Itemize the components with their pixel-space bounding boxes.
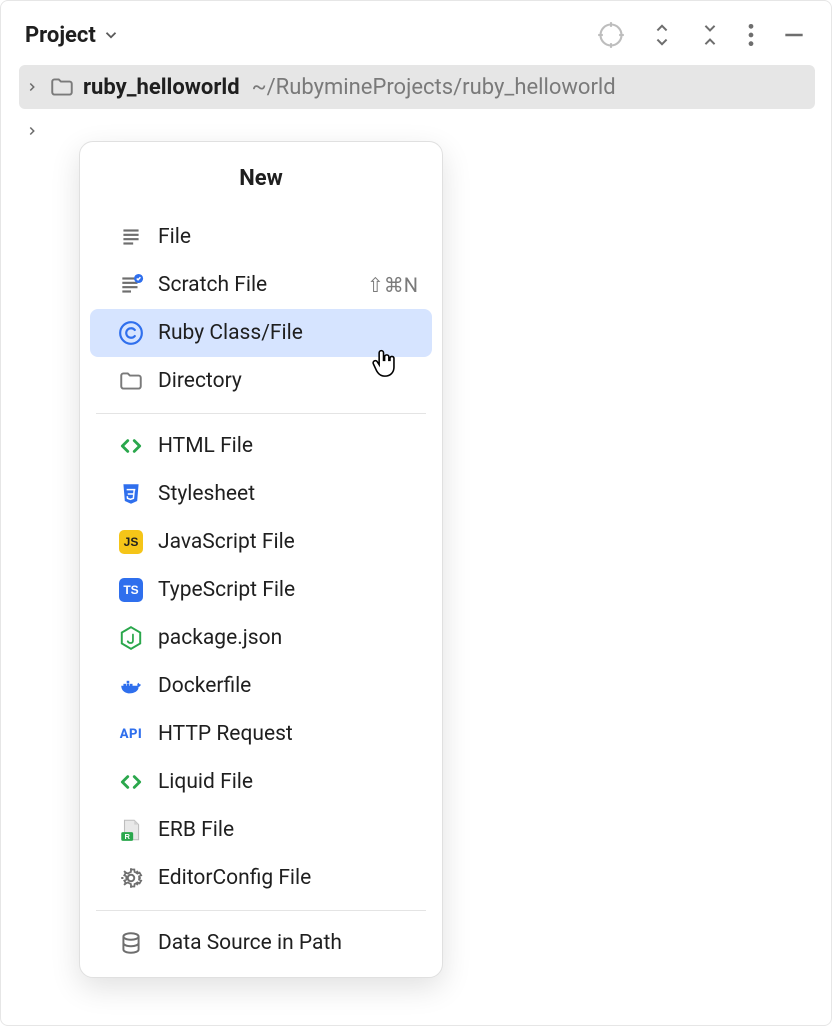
folder-icon — [118, 368, 144, 394]
svg-text:R: R — [124, 832, 130, 841]
menu-item-js[interactable]: JS JavaScript File — [90, 518, 432, 566]
scratch-icon — [118, 272, 144, 298]
menu-item-datasource[interactable]: Data Source in Path — [90, 919, 432, 967]
menu-item-stylesheet[interactable]: Stylesheet — [90, 470, 432, 518]
html-icon — [118, 769, 144, 795]
menu-item-label: Directory — [158, 369, 242, 393]
menu-item-label: HTML File — [158, 434, 253, 458]
chevron-right-icon[interactable] — [23, 80, 41, 94]
project-root-name: ruby_helloworld — [83, 75, 240, 100]
menu-item-ts[interactable]: TS TypeScript File — [90, 566, 432, 614]
menu-item-http[interactable]: API HTTP Request — [90, 710, 432, 758]
db-icon — [118, 930, 144, 956]
menu-item-label: HTTP Request — [158, 722, 293, 746]
menu-item-label: Data Source in Path — [158, 931, 342, 955]
api-icon: API — [118, 721, 144, 747]
chevron-right-icon[interactable] — [23, 124, 41, 138]
menu-item-label: Stylesheet — [158, 482, 255, 506]
project-title-group[interactable]: Project — [25, 23, 120, 48]
menu-item-label: EditorConfig File — [158, 866, 311, 890]
menu-separator — [96, 413, 426, 414]
menu-item-label: File — [158, 225, 191, 249]
gear-icon — [118, 865, 144, 891]
minimize-icon[interactable] — [781, 22, 807, 48]
collapse-all-icon[interactable] — [699, 22, 721, 48]
menu-item-label: ERB File — [158, 818, 234, 842]
target-icon[interactable] — [597, 21, 625, 49]
folder-icon — [49, 74, 75, 100]
menu-item-html[interactable]: HTML File — [90, 422, 432, 470]
html-icon — [118, 433, 144, 459]
menu-item-rubyclass[interactable]: Ruby Class/File — [90, 309, 432, 357]
project-root-node[interactable]: ruby_helloworld ~/RubymineProjects/ruby_… — [19, 65, 815, 109]
css-icon — [118, 481, 144, 507]
nodejs-icon — [118, 625, 144, 651]
menu-item-scratch[interactable]: Scratch File ⇧⌘N — [90, 261, 432, 309]
project-tool-window-header: Project — [1, 1, 831, 59]
menu-item-directory[interactable]: Directory — [90, 357, 432, 405]
menu-item-pkg[interactable]: package.json — [90, 614, 432, 662]
js-icon: JS — [118, 529, 144, 555]
popup-title: New — [80, 142, 442, 213]
more-icon[interactable] — [747, 22, 755, 48]
menu-item-shortcut: ⇧⌘N — [367, 273, 418, 297]
menu-item-label: TypeScript File — [158, 578, 295, 602]
menu-separator — [96, 910, 426, 911]
menu-item-file[interactable]: File — [90, 213, 432, 261]
ts-icon: TS — [118, 577, 144, 603]
menu-item-label: Liquid File — [158, 770, 253, 794]
erb-icon: R — [118, 817, 144, 843]
chevron-down-icon — [102, 26, 120, 44]
menu-item-editorconfig[interactable]: EditorConfig File — [90, 854, 432, 902]
menu-item-erb[interactable]: R ERB File — [90, 806, 432, 854]
menu-item-label: JavaScript File — [158, 530, 295, 554]
file-text-icon — [118, 224, 144, 250]
project-root-path: ~/RubymineProjects/ruby_helloworld — [252, 75, 616, 100]
menu-item-label: Ruby Class/File — [158, 321, 303, 345]
ruby-c-icon — [118, 320, 144, 346]
project-tree: ruby_helloworld ~/RubymineProjects/ruby_… — [1, 59, 831, 153]
docker-icon — [118, 673, 144, 699]
menu-item-label: package.json — [158, 626, 282, 650]
menu-item-docker[interactable]: Dockerfile — [90, 662, 432, 710]
expand-collapse-icon[interactable] — [651, 22, 673, 48]
menu-item-label: Scratch File — [158, 273, 267, 297]
new-file-popup: New File Scratch File ⇧⌘N Ruby Class/File Di… — [79, 141, 443, 978]
menu-item-label: Dockerfile — [158, 674, 251, 698]
project-tool-title: Project — [25, 23, 96, 48]
menu-item-liquid[interactable]: Liquid File — [90, 758, 432, 806]
